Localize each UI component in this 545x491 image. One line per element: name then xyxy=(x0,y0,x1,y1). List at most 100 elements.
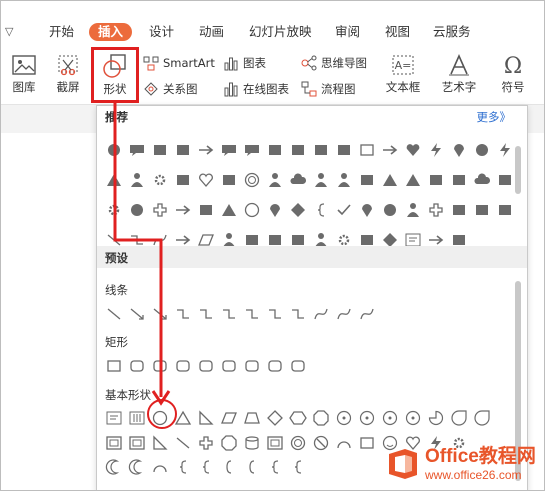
tab-animation[interactable]: 动画 xyxy=(199,23,224,41)
tab-insert[interactable]: 插入 xyxy=(89,23,133,41)
basic-shape-rtri[interactable] xyxy=(195,407,217,429)
recommended-scrollbar[interactable] xyxy=(515,146,521,194)
recommended-shape-rect[interactable] xyxy=(333,139,355,161)
screenshot-button[interactable]: 截屏 xyxy=(51,53,85,95)
recommended-shape-chat[interactable] xyxy=(241,139,263,161)
rect-shape-rrect[interactable] xyxy=(172,355,194,377)
tab-cloud[interactable]: 云服务 xyxy=(433,23,471,41)
tab-view[interactable]: 视图 xyxy=(385,23,410,41)
line-shape-line[interactable] xyxy=(103,303,125,325)
recommended-shape-rect[interactable] xyxy=(287,139,309,161)
line-shape-linea[interactable] xyxy=(126,303,148,325)
recommended-shape-orect[interactable] xyxy=(356,139,378,161)
recommended-shape-rect[interactable] xyxy=(494,199,516,221)
recommended-shape-bolt[interactable] xyxy=(425,139,447,161)
basic-shape-brace[interactable] xyxy=(287,456,309,478)
recommended-shape-chat[interactable] xyxy=(126,139,148,161)
line-shape-elbow[interactable] xyxy=(241,303,263,325)
recommended-shape-rect[interactable] xyxy=(195,199,217,221)
tab-design[interactable]: 设计 xyxy=(149,23,174,41)
rect-shape-rrect[interactable] xyxy=(241,355,263,377)
recommended-shape-rect[interactable] xyxy=(356,169,378,191)
line-shape-curve[interactable] xyxy=(310,303,332,325)
recommended-shape-rect[interactable] xyxy=(448,169,470,191)
basic-shape-hex[interactable] xyxy=(287,407,309,429)
recommended-shape-plus[interactable] xyxy=(149,199,171,221)
smartart-button[interactable]: SmartArt xyxy=(143,55,215,71)
basic-shape-frame[interactable] xyxy=(103,432,125,454)
basic-shape-vtext[interactable] xyxy=(126,407,148,429)
recommended-shape-check[interactable] xyxy=(333,199,355,221)
basic-shape-trap[interactable] xyxy=(241,407,263,429)
wordart-button[interactable]: 艺术字 xyxy=(435,53,483,95)
recommended-shape-arrow[interactable] xyxy=(172,199,194,221)
recommended-shape-rect[interactable] xyxy=(172,169,194,191)
recommended-shape-pin[interactable] xyxy=(356,199,378,221)
basic-shape-brace[interactable] xyxy=(195,456,217,478)
recommended-shape-tri[interactable] xyxy=(379,169,401,191)
tab-home[interactable]: 开始 xyxy=(49,23,74,41)
online-chart-button[interactable]: 在线图表 xyxy=(223,81,289,97)
basic-shape-brack[interactable] xyxy=(241,456,263,478)
symbol-button[interactable]: Ω 符号 xyxy=(493,53,533,95)
relation-chart-button[interactable]: 关系图 xyxy=(143,81,198,97)
recommended-shape-person[interactable] xyxy=(264,169,286,191)
mindmap-button[interactable]: 思维导图 xyxy=(301,55,367,71)
recommended-shape-diamond[interactable] xyxy=(287,199,309,221)
basic-shape-rtri[interactable] xyxy=(149,432,171,454)
basic-shape-tear[interactable] xyxy=(471,407,493,429)
basic-shape-donut[interactable] xyxy=(287,432,309,454)
rect-shape-rrect[interactable] xyxy=(264,355,286,377)
basic-shape-oct[interactable] xyxy=(310,407,332,429)
recommended-shape-person[interactable] xyxy=(310,169,332,191)
basic-shape-orect[interactable] xyxy=(356,432,378,454)
recommended-shape-heart[interactable] xyxy=(402,139,424,161)
line-shape-elbow[interactable] xyxy=(195,303,217,325)
recommended-shape-pin[interactable] xyxy=(264,199,286,221)
more-link[interactable]: 更多》 xyxy=(477,109,512,125)
rect-shape-orect[interactable] xyxy=(103,355,125,377)
rect-shape-rrect[interactable] xyxy=(218,355,240,377)
recommended-shape-arrow[interactable] xyxy=(195,139,217,161)
recommended-shape-donut[interactable] xyxy=(241,169,263,191)
basic-shape-textbox[interactable] xyxy=(103,407,125,429)
basic-shape-plus[interactable] xyxy=(195,432,217,454)
recommended-shape-arrow[interactable] xyxy=(379,139,401,161)
basic-shape-arc[interactable] xyxy=(149,456,171,478)
recommended-shape-rect[interactable] xyxy=(264,139,286,161)
basic-shape-brack[interactable] xyxy=(218,456,240,478)
basic-shape-para[interactable] xyxy=(218,407,240,429)
recommended-shape-ocircle[interactable] xyxy=(241,199,263,221)
recommended-shape-rect[interactable] xyxy=(172,139,194,161)
recommended-shape-chat[interactable] xyxy=(218,139,240,161)
rect-shape-rrect[interactable] xyxy=(287,355,309,377)
recommended-shape-plus[interactable] xyxy=(425,199,447,221)
tab-slideshow[interactable]: 幻灯片放映 xyxy=(249,23,312,41)
recommended-shape-rect[interactable] xyxy=(310,139,332,161)
recommended-shape-rect[interactable] xyxy=(149,139,171,161)
basic-shape-pie[interactable] xyxy=(425,407,447,429)
basic-shape-frame[interactable] xyxy=(264,432,286,454)
recommended-shape-rect[interactable] xyxy=(448,199,470,221)
recommended-shape-circle[interactable] xyxy=(379,199,401,221)
recommended-shape-brace[interactable] xyxy=(310,199,332,221)
recommended-shape-rect[interactable] xyxy=(218,169,240,191)
basic-shape-num[interactable] xyxy=(402,407,424,429)
basic-shape-num[interactable] xyxy=(333,407,355,429)
recommended-shape-tri[interactable] xyxy=(402,169,424,191)
basic-shape-brace[interactable] xyxy=(172,456,194,478)
basic-shape-moon[interactable] xyxy=(103,456,125,478)
recommended-shape-gear[interactable] xyxy=(149,169,171,191)
recommended-shape-person[interactable] xyxy=(126,169,148,191)
rect-shape-rrect[interactable] xyxy=(149,355,171,377)
recommended-shape-circle[interactable] xyxy=(103,139,125,161)
recommended-shape-person[interactable] xyxy=(402,199,424,221)
line-shape-elbow[interactable] xyxy=(218,303,240,325)
recommended-shape-oheart[interactable] xyxy=(195,169,217,191)
basic-shape-num[interactable] xyxy=(356,407,378,429)
line-shape-curve[interactable] xyxy=(333,303,355,325)
basic-shape-tear[interactable] xyxy=(448,407,470,429)
recommended-shape-cloud[interactable] xyxy=(471,169,493,191)
recommended-shape-rect[interactable] xyxy=(425,169,447,191)
picture-button[interactable]: 图库 xyxy=(7,53,41,95)
